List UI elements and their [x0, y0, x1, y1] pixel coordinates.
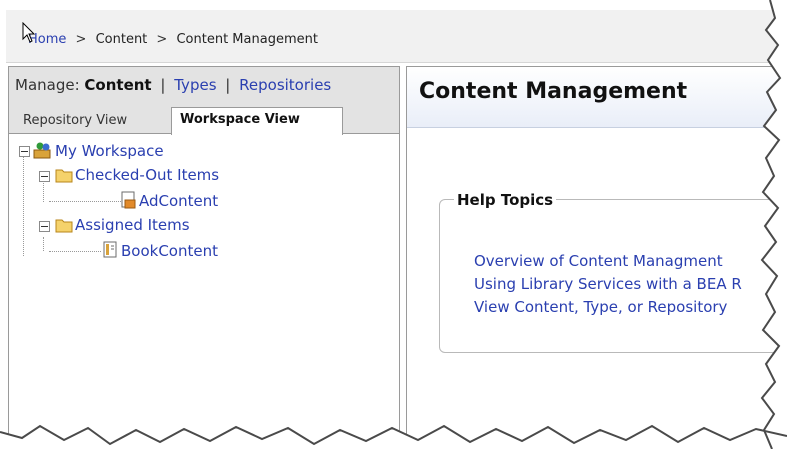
- repositories-link[interactable]: Repositories: [239, 76, 331, 94]
- tab-workspace-view[interactable]: Workspace View: [171, 107, 343, 135]
- tree-node-checked-out-items[interactable]: Checked-Out Items: [75, 165, 219, 185]
- workspace-users-icon: [33, 142, 51, 159]
- content-item-icon: [121, 191, 136, 209]
- workspace-tree: My Workspace Checked-Out Items AdContent: [9, 133, 399, 449]
- help-link-library-services[interactable]: Using Library Services with a BEA R: [474, 273, 742, 296]
- tree-node-bookcontent[interactable]: BookContent: [121, 241, 218, 261]
- tree-node-label: My Workspace: [55, 142, 164, 160]
- tree-node-adcontent[interactable]: AdContent: [139, 191, 218, 211]
- breadcrumb: Home > Content > Content Management: [28, 32, 318, 47]
- help-link-overview[interactable]: Overview of Content Managment: [474, 250, 742, 273]
- app-frame: Home > Content > Content Management Mana…: [0, 0, 787, 449]
- breadcrumb-content: Content: [95, 32, 148, 47]
- manage-header: Manage: Content | Types | Repositories R…: [9, 67, 399, 135]
- tree-node-label: BookContent: [121, 242, 218, 260]
- folder-icon: [55, 219, 73, 233]
- mouse-cursor-icon: [22, 22, 36, 43]
- tree-connector: [49, 201, 121, 202]
- tab-repository-view[interactable]: Repository View: [15, 109, 159, 133]
- page-title: Content Management: [419, 79, 688, 104]
- tree-node-label: AdContent: [139, 192, 219, 210]
- help-topics-box: Help Topics Overview of Content Managmen…: [439, 191, 787, 353]
- types-link[interactable]: Types: [174, 76, 216, 94]
- help-topics-title: Help Topics: [454, 191, 557, 209]
- tree-node-my-workspace[interactable]: My Workspace: [55, 141, 164, 161]
- content-management-panel: Content Management Help Topics Overview …: [406, 66, 787, 449]
- breadcrumb-separator: >: [75, 32, 87, 47]
- breadcrumb-bar: Home > Content > Content Management: [6, 10, 776, 63]
- tree-connector: [49, 251, 101, 252]
- manage-bar: Manage: Content | Types | Repositories: [15, 76, 331, 94]
- content-browser-panel: Manage: Content | Types | Repositories R…: [8, 66, 400, 449]
- tree-connector: [43, 237, 44, 251]
- manage-separator: |: [225, 76, 231, 94]
- manage-content-current: Content: [84, 76, 152, 94]
- help-links-list: Overview of Content Managment Using Libr…: [474, 250, 742, 319]
- manage-label: Manage:: [15, 76, 80, 94]
- tree-connector: [23, 154, 24, 256]
- manage-separator: |: [160, 76, 166, 94]
- folder-icon: [55, 169, 73, 183]
- tree-node-label: Checked-Out Items: [75, 166, 220, 184]
- tree-node-label: Assigned Items: [75, 216, 190, 234]
- breadcrumb-content-management: Content Management: [176, 32, 318, 47]
- collapse-toggle-icon[interactable]: [39, 171, 50, 182]
- book-content-icon: [103, 241, 117, 258]
- collapse-toggle-icon[interactable]: [39, 221, 50, 232]
- tree-node-assigned-items[interactable]: Assigned Items: [75, 215, 190, 235]
- help-link-view-content[interactable]: View Content, Type, or Repository: [474, 296, 742, 319]
- collapse-toggle-icon[interactable]: [19, 146, 30, 157]
- panel-header: Content Management: [407, 67, 787, 128]
- breadcrumb-separator: >: [156, 32, 168, 47]
